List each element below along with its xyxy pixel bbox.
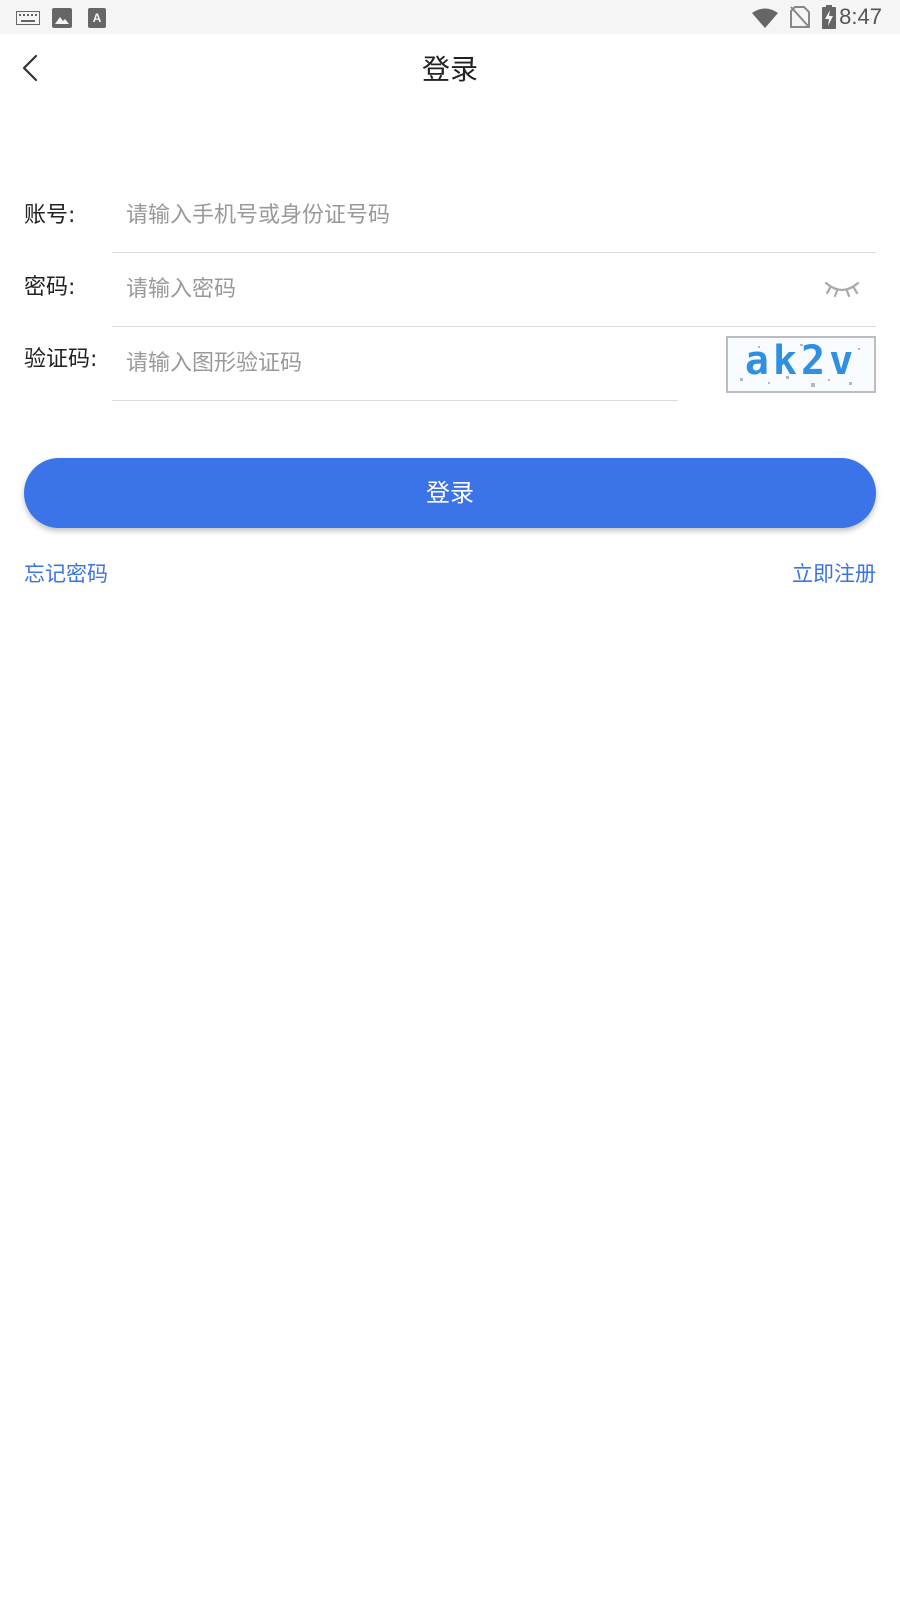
forgot-password-link[interactable]: 忘记密码 (24, 558, 108, 588)
image-icon (52, 8, 72, 28)
login-button[interactable]: 登录 (24, 458, 876, 528)
wifi-icon (752, 8, 778, 28)
no-sim-icon (790, 6, 810, 28)
captcha-graphic: ak2v (740, 338, 860, 387)
eye-closed-icon (824, 281, 860, 298)
status-bar: A 8:47 (0, 0, 900, 34)
account-label: 账号: (24, 203, 76, 228)
captcha-input[interactable] (112, 327, 678, 401)
captcha-label: 验证码: (24, 347, 98, 372)
captcha-row: 验证码: ak2v (0, 327, 900, 401)
page-title: 登录 (421, 53, 478, 86)
captcha-image[interactable]: ak2v (726, 336, 876, 393)
app-bar: 登录 (0, 34, 900, 104)
account-row: 账号: (0, 179, 900, 253)
battery-charging-icon (822, 5, 836, 29)
clock-time: 8:47 (839, 4, 882, 29)
account-input[interactable] (112, 179, 876, 253)
text-a-icon: A (88, 8, 106, 28)
captcha-text: ak2v (745, 338, 857, 384)
svg-text:A: A (93, 11, 102, 25)
password-row: 密码: (0, 253, 900, 327)
password-label: 密码: (24, 275, 76, 300)
keyboard-icon (16, 11, 40, 25)
password-visibility-toggle[interactable] (822, 275, 862, 303)
password-input[interactable] (112, 253, 876, 327)
register-link[interactable]: 立即注册 (792, 558, 876, 588)
